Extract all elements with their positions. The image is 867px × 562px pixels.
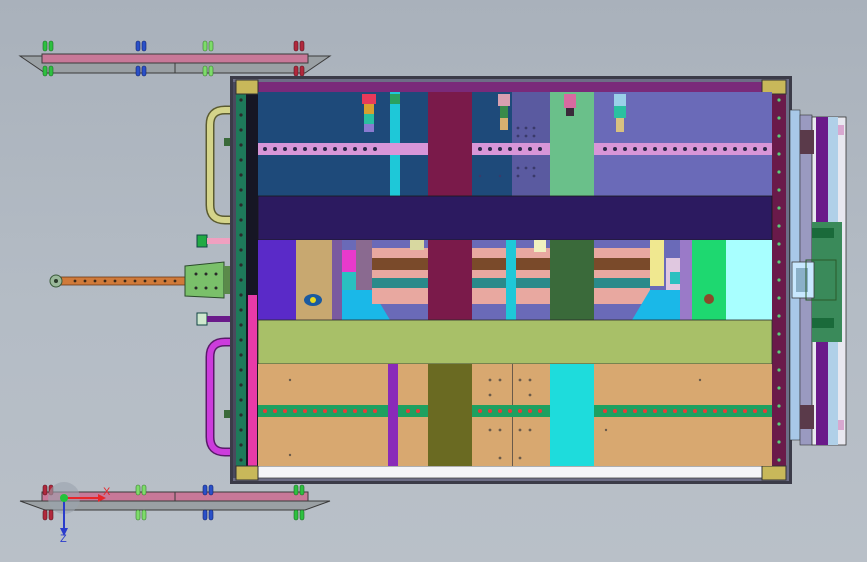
- lower-clamp-plate: [257, 319, 773, 365]
- middle-slide-section: [258, 240, 772, 320]
- cad-viewport[interactable]: X Z: [0, 0, 867, 562]
- upper-clamp-plate: [257, 195, 773, 241]
- mold-assembly-drawing: [18, 40, 847, 521]
- right-side-assembly: [789, 109, 847, 446]
- axis-z-label: Z: [60, 533, 67, 545]
- axis-x-label: X: [103, 486, 111, 498]
- top-rail: [18, 40, 332, 77]
- axis-triad: X Z: [40, 480, 120, 550]
- upper-cavity-plate: [258, 92, 772, 196]
- lower-cavity-plate: [258, 364, 772, 466]
- lever-arm: [49, 261, 234, 299]
